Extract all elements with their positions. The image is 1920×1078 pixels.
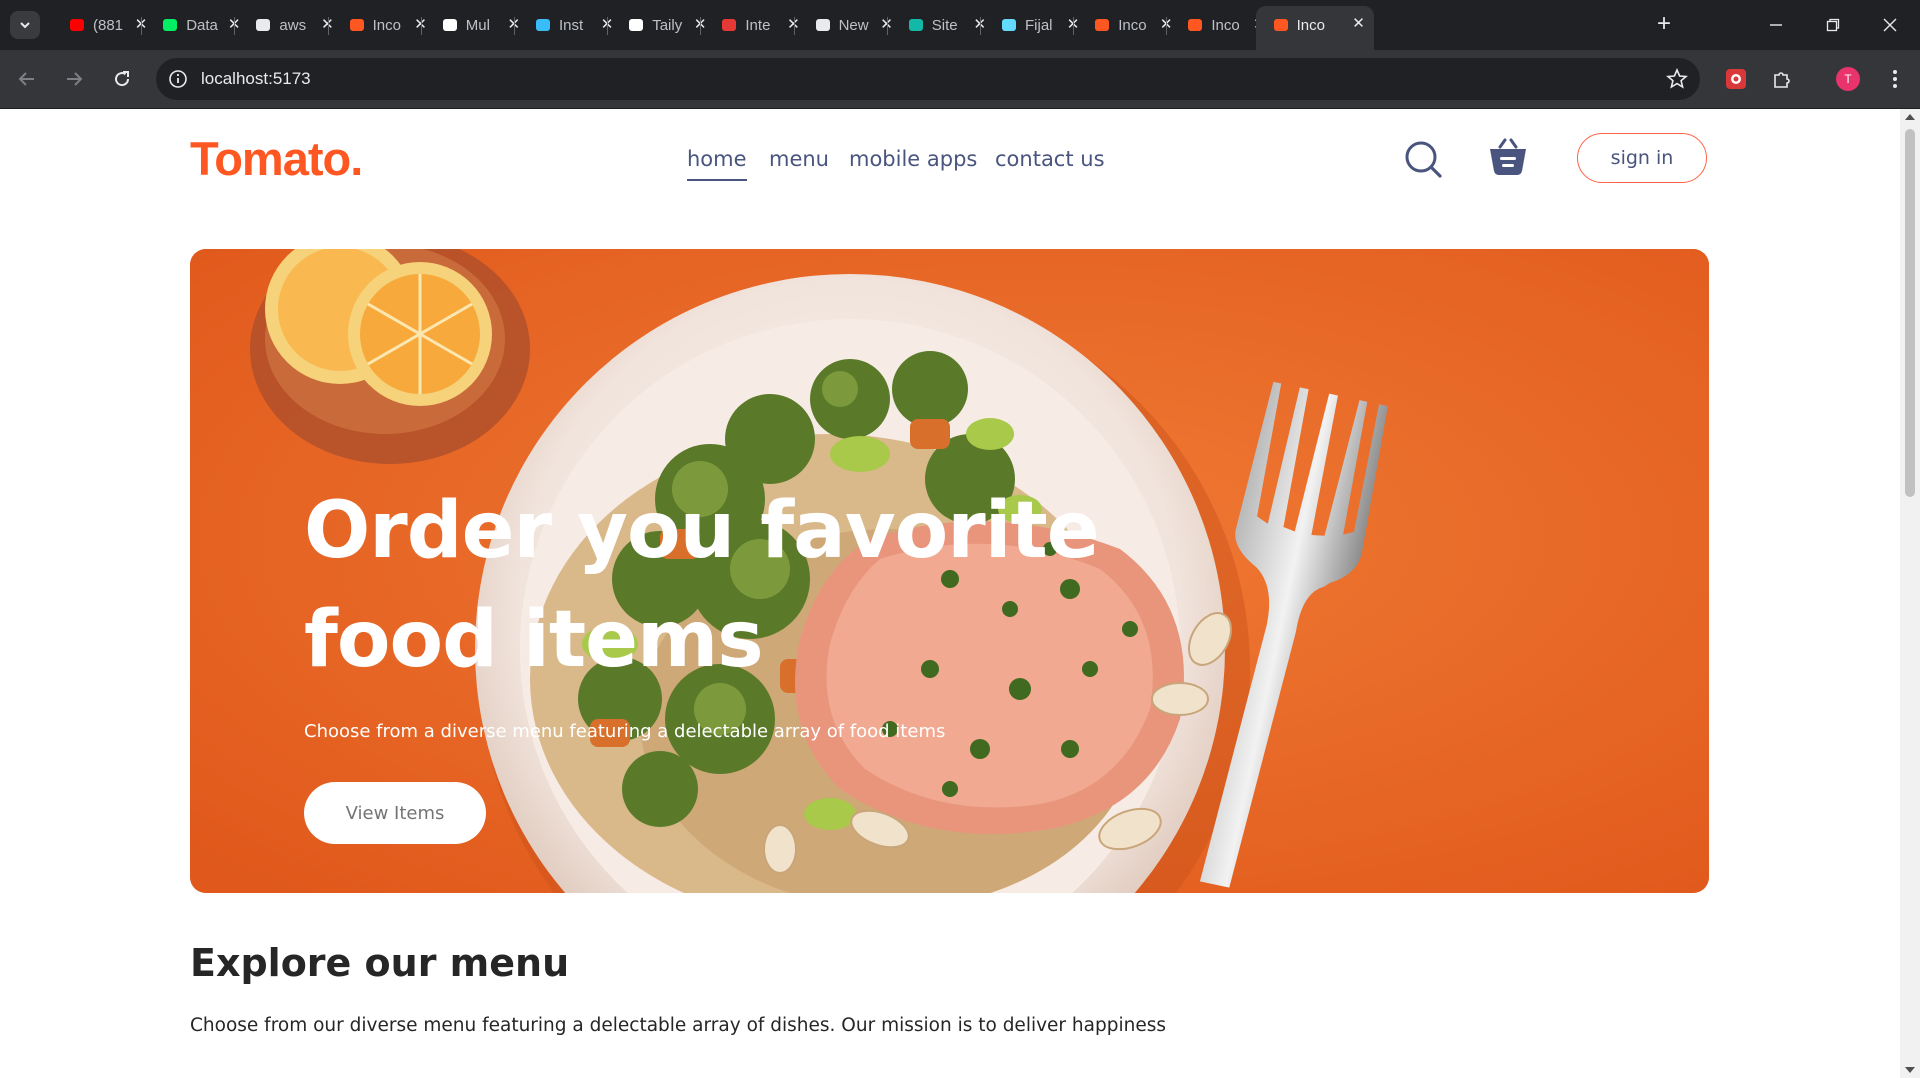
view-items-button[interactable]: View Items xyxy=(304,782,486,844)
forward-button[interactable] xyxy=(59,64,89,94)
tab-separator xyxy=(420,17,422,35)
tab-title: Inco xyxy=(1118,16,1147,34)
browser-toolbar: localhost:5173 xyxy=(0,50,1920,109)
tab-separator xyxy=(327,17,329,35)
tab-title: New xyxy=(838,16,869,34)
nav-link-mobile-apps[interactable]: mobile apps xyxy=(849,147,977,171)
tailwind-icon xyxy=(534,16,552,34)
restore-button[interactable] xyxy=(1813,10,1853,40)
sign-in-button[interactable]: sign in xyxy=(1577,133,1707,183)
app-icon xyxy=(348,16,366,34)
github-icon xyxy=(254,16,272,34)
info-icon[interactable] xyxy=(168,69,188,89)
scroll-down-arrow-icon[interactable] xyxy=(1905,1067,1915,1073)
restore-icon xyxy=(1826,18,1840,32)
extensions-button[interactable] xyxy=(1770,67,1794,91)
react-icon xyxy=(1000,16,1018,34)
chrome-icon xyxy=(814,16,832,34)
browser-tab-strip: (881✕Data✕aws✕Inco✕Mul✕Inst✕Taily✕Inte✕N… xyxy=(0,0,1920,50)
profile-avatar[interactable]: T xyxy=(1836,67,1860,91)
nav-link-contact-us[interactable]: contact us xyxy=(995,147,1105,171)
arc-icon xyxy=(720,16,738,34)
scrollbar-thumb[interactable] xyxy=(1905,129,1915,497)
basket-icon[interactable] xyxy=(1486,135,1530,179)
close-icon xyxy=(1883,18,1897,32)
tab-separator xyxy=(886,17,888,35)
tab-title: Mul xyxy=(465,16,490,34)
tab-title: Inte xyxy=(745,16,771,34)
explore-menu-description: Choose from our diverse menu featuring a… xyxy=(190,1015,1166,1036)
tab-separator xyxy=(1166,17,1168,35)
tab-title: Fijal xyxy=(1025,16,1053,34)
tab-separator xyxy=(141,17,143,35)
app-icon xyxy=(1272,16,1290,34)
browser-menu-button[interactable] xyxy=(1883,67,1907,91)
address-bar[interactable]: localhost:5173 xyxy=(156,58,1700,100)
new-tab-button[interactable]: + xyxy=(1651,12,1677,38)
hero-banner: Order you favorite food items Choose fro… xyxy=(190,249,1709,893)
tab-title: Taily xyxy=(652,16,683,34)
mui-icon xyxy=(441,16,459,34)
url-text[interactable]: localhost:5173 xyxy=(201,69,311,89)
app-icon xyxy=(1093,16,1111,34)
tab-separator xyxy=(607,17,609,35)
nav-link-menu[interactable]: menu xyxy=(769,147,829,171)
extension-logo-icon xyxy=(1726,69,1746,89)
puzzle-icon xyxy=(1774,72,1790,88)
tab-title: Inco xyxy=(1211,16,1240,34)
scroll-up-arrow-icon[interactable] xyxy=(1905,114,1915,120)
tab-title: Inco xyxy=(1296,16,1325,34)
tab-title: Inst xyxy=(559,16,584,34)
reload-button[interactable] xyxy=(107,64,137,94)
close-tab-icon[interactable]: ✕ xyxy=(1350,14,1368,32)
mongodb-icon xyxy=(161,16,179,34)
tab-search-button[interactable] xyxy=(10,11,40,39)
diamond-icon xyxy=(907,16,925,34)
extension-app-icon[interactable] xyxy=(1724,67,1748,91)
tab-separator xyxy=(980,17,981,35)
openai-icon xyxy=(627,16,645,34)
minimize-icon xyxy=(1770,24,1782,26)
arrow-right-icon xyxy=(67,72,83,86)
app-icon xyxy=(1186,16,1204,34)
hero-subtitle: Choose from a diverse menu featuring a d… xyxy=(304,721,946,742)
explore-menu-heading: Explore our menu xyxy=(190,941,570,985)
site-logo[interactable]: Tomato. xyxy=(190,131,363,186)
page-scrollbar[interactable] xyxy=(1900,109,1920,1078)
reload-icon xyxy=(115,71,130,87)
browser-tab[interactable]: Inco ✕ xyxy=(1255,6,1374,50)
tab-title: Site xyxy=(931,16,958,34)
tab-separator xyxy=(234,17,236,35)
chevron-down-icon xyxy=(20,22,30,29)
nav-link-home[interactable]: home xyxy=(687,147,747,181)
hero-title-line-2: food items xyxy=(304,595,764,685)
youtube-icon xyxy=(68,16,86,34)
bookmark-star-icon[interactable] xyxy=(1666,68,1688,90)
search-icon[interactable] xyxy=(1401,137,1445,181)
kebab-menu-icon xyxy=(1893,70,1897,88)
tab-separator xyxy=(793,17,795,35)
tab-separator xyxy=(1073,17,1075,35)
hero-title-line-1: Order you favorite xyxy=(304,486,1100,576)
arrow-left-icon xyxy=(18,72,34,86)
tab-title: Inco xyxy=(372,16,401,34)
minimize-button[interactable] xyxy=(1756,10,1796,40)
tab-title: (881 xyxy=(93,16,124,34)
page-viewport: Tomato. home menu mobile apps contact us… xyxy=(0,109,1900,1078)
close-window-button[interactable] xyxy=(1870,10,1910,40)
hero-title: Order you favorite food items xyxy=(304,477,1164,695)
tab-separator xyxy=(514,17,515,35)
tab-title: aws xyxy=(279,16,307,34)
tab-title: Data xyxy=(186,16,218,34)
back-button[interactable] xyxy=(12,64,42,94)
tab-separator xyxy=(700,17,702,35)
